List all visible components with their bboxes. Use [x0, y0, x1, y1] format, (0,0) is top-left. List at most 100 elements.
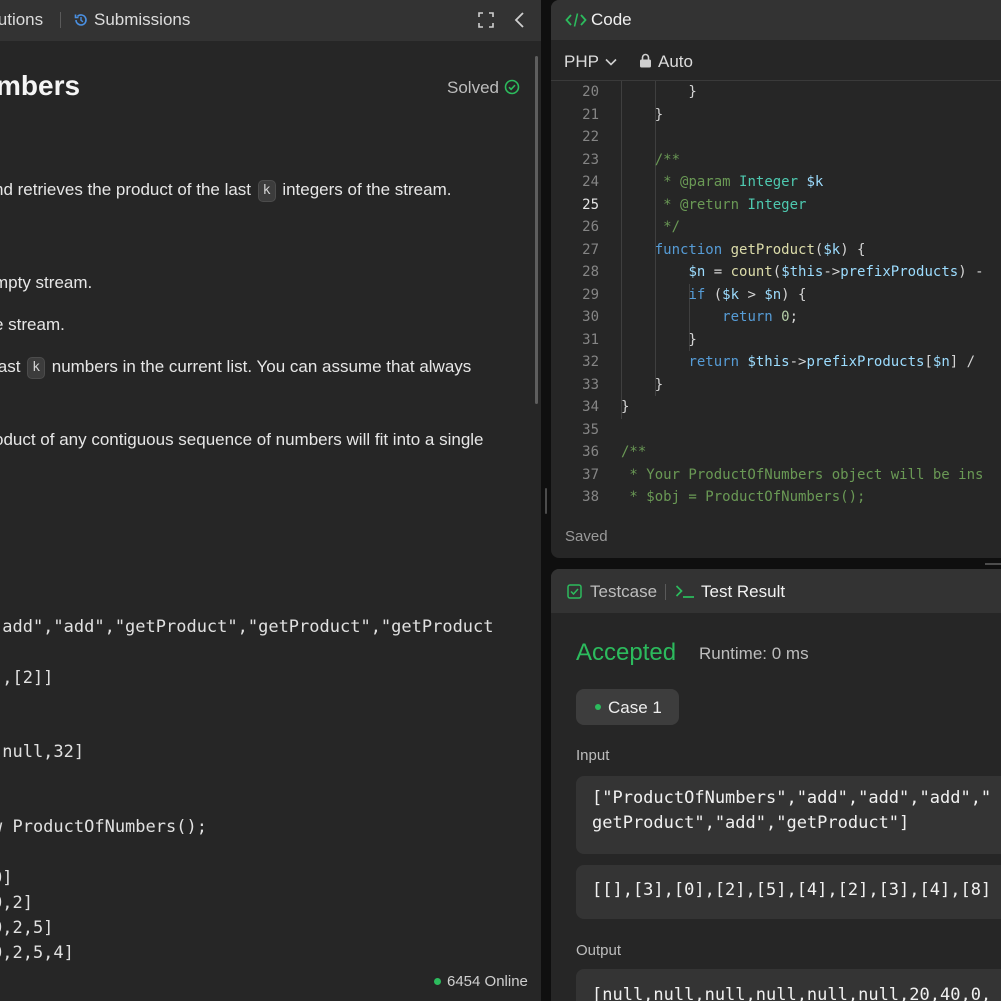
- language-label: PHP: [564, 52, 599, 71]
- code-line[interactable]: 26 */: [551, 216, 1001, 239]
- code-line[interactable]: 34}: [551, 396, 1001, 419]
- description-line: last k numbers in the current list. You …: [0, 357, 471, 379]
- code-editor[interactable]: 20 } 21 } 22 23 /** 24 * @param Integer $k 25…: [551, 81, 1001, 507]
- line-number: 33: [582, 376, 599, 393]
- solved-label: Solved: [447, 78, 499, 97]
- code-line[interactable]: 23 /**: [551, 149, 1001, 172]
- inline-code: k: [257, 180, 276, 202]
- code-toolbar: PHP Auto: [551, 40, 1001, 81]
- code-line[interactable]: 29 if ($k > $n) {: [551, 284, 1001, 307]
- code-title: Code: [565, 10, 632, 30]
- line-number: 24: [582, 174, 599, 190]
- code-text: if ($k > $n) {: [688, 286, 807, 303]
- code-line[interactable]: 25 * @return Integer: [551, 194, 1001, 217]
- input-box: ["ProductOfNumbers","add","add","add"," g…: [576, 776, 1001, 854]
- problem-title: mbers: [0, 70, 81, 101]
- code-text: function getProduct($k) {: [654, 241, 866, 258]
- code-line[interactable]: 33 }: [551, 374, 1001, 397]
- expand-icon[interactable]: [477, 11, 495, 29]
- line-number: 37: [582, 466, 599, 483]
- description-text: nd retrieves the product of the last: [0, 180, 256, 199]
- line-number: 25: [582, 196, 599, 213]
- code-line[interactable]: 22: [551, 126, 1001, 149]
- tab-submissions[interactable]: Submissions: [73, 10, 190, 30]
- description-text: last: [0, 357, 21, 376]
- code-line[interactable]: 30 return 0;: [551, 306, 1001, 329]
- code-text: /**: [621, 444, 647, 460]
- code-text: }: [621, 376, 664, 393]
- code-line[interactable]: 31 }: [551, 329, 1001, 352]
- example-line: 0,2,5]: [0, 918, 54, 938]
- line-number: 30: [582, 309, 599, 325]
- online-count-label: 6454 Online: [447, 973, 528, 990]
- problem-panel: lutions Submissions mbers Solved nd retr…: [0, 0, 541, 1001]
- code-text: * $obj = ProductOfNumbers();: [621, 489, 866, 505]
- runtime: Runtime: 0 ms: [699, 644, 809, 663]
- code-text: /**: [621, 151, 681, 168]
- online-count: 6454 Online: [434, 973, 528, 990]
- code-text: return $this->prefixProducts[$n] /: [688, 354, 976, 370]
- code-title-label: Code: [591, 10, 632, 29]
- code-text: }: [621, 106, 664, 123]
- description-line: oduct of any contiguous sequence of numb…: [0, 430, 484, 449]
- lock-icon: [640, 53, 651, 68]
- result-panel: Testcase Test Result Accepted Runtime: 0…: [551, 569, 1001, 1001]
- problem-tab-bar: lutions Submissions: [0, 0, 541, 41]
- code-line[interactable]: 37 * Your ProductOfNumbers object will b…: [551, 464, 1001, 487]
- code-line[interactable]: 28 $n = count($this->prefixProducts) -: [551, 261, 1001, 284]
- description-text: numbers in the current list. You can ass…: [47, 357, 472, 376]
- code-line[interactable]: 32 return $this->prefixProducts[$n] /: [551, 351, 1001, 374]
- history-icon: [74, 14, 87, 26]
- code-icon: [565, 13, 587, 27]
- code-line[interactable]: 38 * $obj = ProductOfNumbers();: [551, 486, 1001, 507]
- code-line[interactable]: 21 }: [551, 104, 1001, 127]
- code-line[interactable]: 24 * @param Integer $k: [551, 171, 1001, 194]
- code-text: }: [621, 331, 697, 348]
- example-line: ],[2]]: [0, 668, 54, 688]
- line-number: 28: [582, 264, 599, 280]
- auto-mode-toggle[interactable]: Auto: [639, 52, 693, 72]
- example-line: 0,2,5,4]: [0, 943, 74, 963]
- tab-testcase[interactable]: Testcase: [567, 582, 657, 602]
- description-text: integers of the stream.: [277, 180, 452, 199]
- tab-test-result[interactable]: Test Result: [675, 582, 785, 602]
- example-line: w ProductOfNumbers();: [0, 817, 207, 837]
- output-box: [null,null,null,null,null,null,20,40,0,: [576, 969, 1001, 1001]
- line-number: 29: [582, 286, 599, 303]
- code-header: Code: [551, 0, 1001, 40]
- code-panel: Code PHP Auto 20 } 21 } 22 23 /** 24 * @para…: [551, 0, 1001, 558]
- chevron-left-icon[interactable]: [512, 11, 528, 29]
- saved-status: Saved: [565, 528, 608, 545]
- line-number: 23: [582, 151, 599, 168]
- code-text: $n = count($this->prefixProducts) -: [688, 264, 984, 280]
- tab-test-result-label: Test Result: [701, 582, 786, 601]
- line-number: 35: [582, 421, 599, 438]
- example-line: 0,2]: [0, 893, 33, 913]
- input-args-box: [[],[3],[0],[2],[5],[4],[2],[3],[4],[8]: [576, 865, 1001, 919]
- line-number: 21: [582, 106, 599, 123]
- code-line[interactable]: 20 }: [551, 81, 1001, 104]
- code-text: */: [621, 219, 681, 235]
- case-pass-dot-icon: [595, 704, 601, 710]
- case-1-button[interactable]: Case 1: [576, 689, 679, 725]
- input-line: ["ProductOfNumbers","add","add","add",": [592, 788, 992, 808]
- tab-separator: [60, 12, 61, 28]
- code-line[interactable]: 27 function getProduct($k) {: [551, 239, 1001, 262]
- code-line[interactable]: 35: [551, 419, 1001, 442]
- line-number: 38: [582, 489, 599, 505]
- panel-resize-handle-horizontal[interactable]: [985, 563, 1001, 565]
- input-args: [[],[3],[0],[2],[5],[4],[2],[3],[4],[8]: [592, 880, 992, 900]
- example-line: "add","add","getProduct","getProduct","g…: [0, 617, 494, 637]
- code-line[interactable]: 36 /**: [551, 441, 1001, 464]
- scrollbar[interactable]: [535, 56, 538, 404]
- checkbox-icon: [567, 584, 582, 599]
- code-text: }: [621, 399, 630, 415]
- language-select[interactable]: PHP: [564, 52, 617, 72]
- code-text: * Your ProductOfNumbers object will be i…: [621, 466, 984, 483]
- tab-separator: [665, 584, 666, 600]
- panel-resize-handle[interactable]: [545, 488, 547, 514]
- line-number: 26: [582, 219, 599, 235]
- tab-solutions[interactable]: lutions: [0, 10, 43, 30]
- online-dot-icon: [434, 978, 441, 985]
- line-number: 27: [582, 241, 599, 258]
